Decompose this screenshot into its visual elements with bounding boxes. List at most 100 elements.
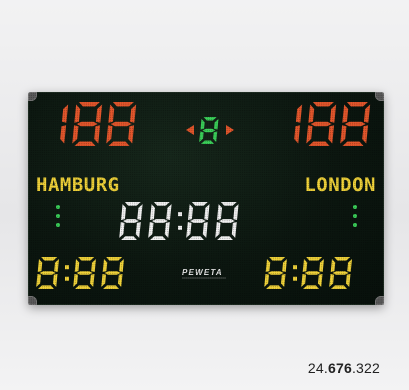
home-score-digit (72, 102, 103, 146)
digit-segment (199, 131, 204, 143)
digit-segment (37, 258, 43, 273)
arrow-right-icon (226, 125, 234, 135)
digit-segment (200, 118, 205, 130)
digit-segment (60, 125, 67, 144)
digit-segment (306, 125, 313, 144)
away-timer-digit (264, 257, 287, 289)
digit-segment (328, 125, 335, 144)
away-timer-digit (301, 257, 324, 289)
digit-segment (295, 104, 303, 123)
digit-segment (129, 104, 137, 123)
digit-segment (76, 271, 93, 275)
digit-segment (231, 222, 237, 238)
home-indicator-dots (56, 205, 60, 227)
home-timer-digit (73, 257, 96, 289)
game-clock-digit (119, 202, 143, 240)
digit-segment (342, 141, 364, 146)
away-timer-digit (329, 257, 352, 289)
digit-segment (191, 202, 208, 206)
home-team-name: HAMBURG (36, 174, 120, 196)
digit-segment (148, 222, 154, 238)
digit-segment (265, 285, 283, 289)
digit-segment (203, 117, 217, 121)
game-clock-digit (186, 202, 210, 240)
digit-segment (137, 204, 143, 220)
digit-segment (302, 285, 320, 289)
digit-segment (121, 236, 137, 240)
digit-segment (308, 141, 330, 146)
away-timer-colon (293, 276, 297, 281)
digit-segment (265, 258, 271, 273)
away-score-digit (340, 102, 371, 146)
product-code: 24.676.322 (308, 360, 380, 376)
digit-segment (200, 140, 215, 144)
away-score-digit (306, 102, 337, 146)
digit-segment (330, 285, 348, 289)
digit-segment (363, 104, 371, 123)
digit-segment (37, 285, 55, 289)
digit-segment (306, 257, 323, 261)
digit-segment (347, 258, 352, 273)
digit-segment (301, 273, 307, 288)
digit-segment (202, 128, 216, 133)
digit-segment (218, 219, 235, 223)
period-digit (199, 117, 219, 144)
digit-segment (345, 273, 351, 288)
digit-segment (106, 257, 123, 261)
digit-segment (102, 285, 120, 289)
digit-segment (54, 258, 59, 273)
digit-segment (264, 273, 270, 288)
digit-segment (101, 273, 107, 288)
digit-segment (124, 202, 141, 206)
digit-segment (74, 104, 81, 123)
digit-segment (215, 222, 221, 238)
digit-segment (329, 104, 337, 123)
digit-segment (220, 202, 237, 206)
digit-segment (76, 121, 98, 127)
product-code-suffix: .322 (351, 360, 380, 376)
digit-segment (217, 204, 223, 220)
digit-segment (214, 118, 219, 130)
digit-segment (202, 222, 208, 238)
digit-segment (128, 125, 135, 144)
digit-segment (312, 102, 334, 107)
digit-segment (73, 273, 79, 288)
digit-segment (217, 236, 233, 240)
away-team-name: LONDON (304, 174, 376, 196)
scoreboard: HAMBURG LONDON PEWETA (28, 92, 384, 305)
digit-segment (119, 222, 125, 238)
digit-segment (95, 104, 103, 123)
away-score-digit (294, 104, 303, 144)
digit-segment (121, 204, 127, 220)
digit-segment (89, 273, 95, 288)
digit-segment (189, 219, 206, 223)
digit-segment (280, 273, 286, 288)
digit-segment (94, 125, 101, 144)
home-timer-colon (65, 265, 69, 270)
digit-segment (344, 121, 366, 127)
digit-segment (319, 258, 324, 273)
digit-segment (267, 271, 284, 275)
digit-segment (282, 258, 287, 273)
digit-segment (74, 285, 92, 289)
digit-segment (119, 258, 124, 273)
digit-segment (135, 222, 141, 238)
digit-segment (106, 125, 113, 144)
digit-segment (204, 204, 210, 220)
digit-segment (213, 131, 218, 143)
digit-segment (294, 125, 301, 144)
away-timer-colon (293, 265, 297, 270)
digit-segment (108, 141, 130, 146)
digit-segment (117, 273, 123, 288)
digit-segment (72, 125, 79, 144)
digit-segment (122, 219, 139, 223)
home-score-digit (106, 102, 137, 146)
digit-segment (112, 102, 134, 107)
product-code-prefix: 24. (307, 360, 328, 376)
digit-segment (330, 258, 336, 273)
digit-segment (78, 257, 95, 261)
arrow-left-icon (186, 125, 194, 135)
digit-segment (302, 258, 308, 273)
home-timer-digit (101, 257, 124, 289)
digit-segment (74, 141, 96, 146)
